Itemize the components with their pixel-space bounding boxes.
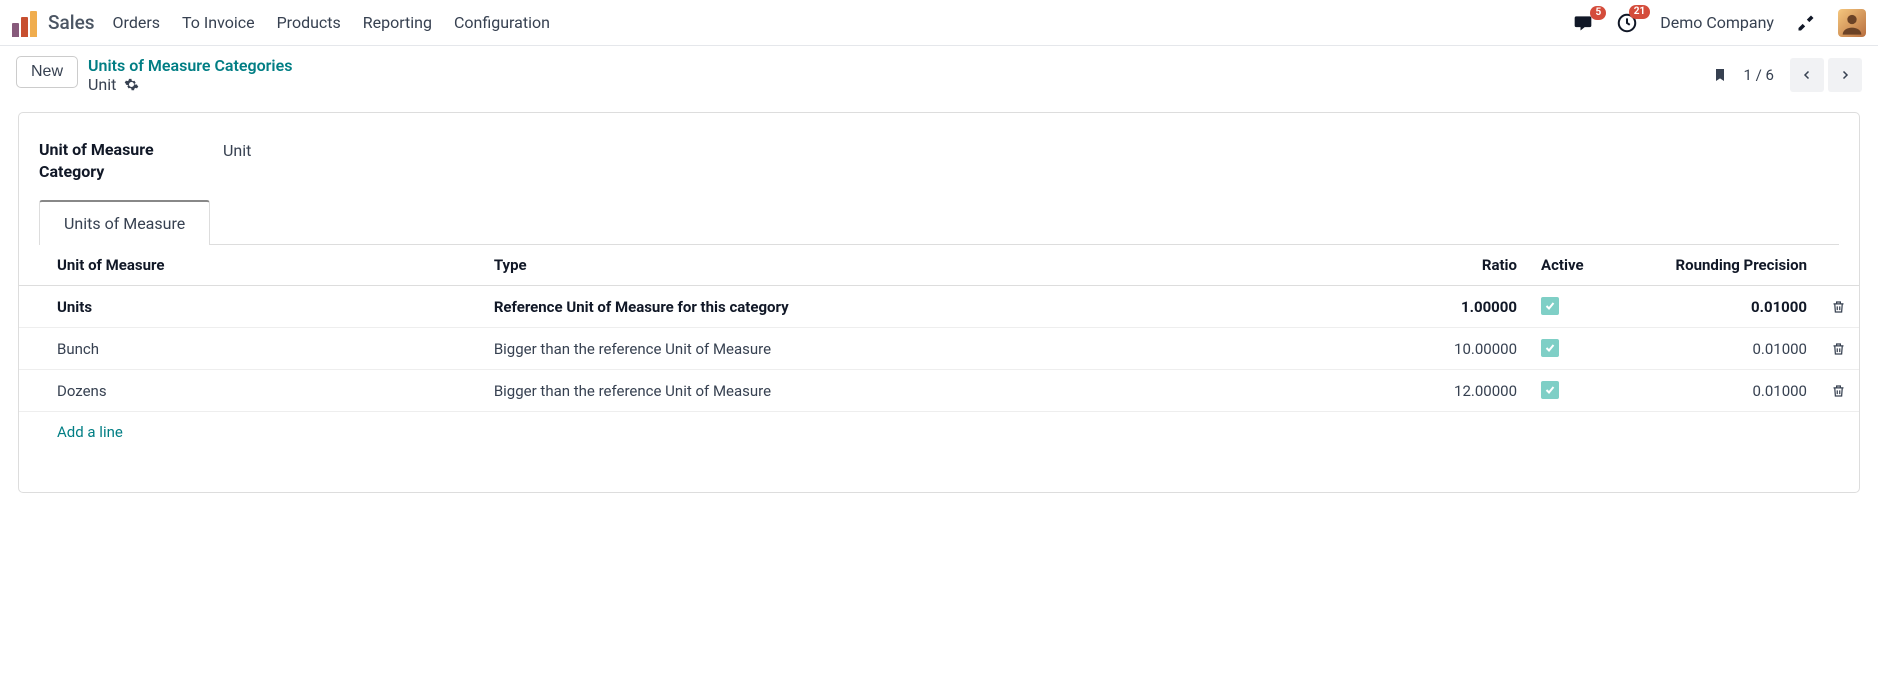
nav-menu-configuration[interactable]: Configuration [454,13,550,32]
cell-active[interactable] [1529,328,1619,370]
trash-icon [1831,299,1847,315]
breadcrumb: Units of Measure Categories Unit [88,56,292,94]
pager-text[interactable]: 1 / 6 [1744,66,1775,84]
category-value[interactable]: Unit [223,139,251,160]
delete-row-button[interactable] [1819,286,1859,328]
sheet-wrap: Unit of Measure Category Unit Units of M… [0,112,1878,493]
pager-next-button[interactable] [1828,58,1862,92]
app-logo-icon[interactable] [12,9,40,37]
avatar-icon [1838,9,1866,37]
table-row[interactable]: BunchBigger than the reference Unit of M… [19,328,1859,370]
navbar: Sales Orders To Invoice Products Reporti… [0,0,1878,46]
tab-units-of-measure[interactable]: Units of Measure [39,200,210,245]
table-header-row: Unit of Measure Type Ratio Active Roundi… [19,245,1859,286]
nav-menu-reporting[interactable]: Reporting [363,13,432,32]
cell-active[interactable] [1529,370,1619,412]
nav-left: Sales Orders To Invoice Products Reporti… [12,9,550,37]
breadcrumb-parent[interactable]: Units of Measure Categories [88,56,292,75]
cell-rounding[interactable]: 0.01000 [1619,370,1819,412]
form-sheet: Unit of Measure Category Unit Units of M… [18,112,1860,493]
tools-icon [1796,13,1816,33]
trash-icon [1831,341,1847,357]
activities-button[interactable]: 21 [1616,12,1638,34]
debug-button[interactable] [1796,13,1816,33]
nav-right: 5 21 Demo Company [1572,9,1866,37]
category-field: Unit of Measure Category Unit [39,139,1839,182]
cell-uom[interactable]: Bunch [19,328,482,370]
tabs: Units of Measure [39,200,1839,245]
breadcrumb-current: Unit [88,75,116,94]
bookmark-icon[interactable] [1712,65,1728,85]
cell-type[interactable]: Bigger than the reference Unit of Measur… [482,370,1419,412]
messages-button[interactable]: 5 [1572,13,1594,33]
col-header-type[interactable]: Type [482,245,1419,286]
nav-menu-to-invoice[interactable]: To Invoice [182,13,255,32]
col-header-active[interactable]: Active [1529,245,1619,286]
uom-table-body: UnitsReference Unit of Measure for this … [19,286,1859,453]
delete-row-button[interactable] [1819,328,1859,370]
chevron-right-icon [1839,67,1851,83]
table-row[interactable]: UnitsReference Unit of Measure for this … [19,286,1859,328]
trash-icon [1831,383,1847,399]
col-header-rounding[interactable]: Rounding Precision [1619,245,1819,286]
nav-menu-products[interactable]: Products [277,13,341,32]
check-icon[interactable] [1541,297,1559,315]
table-row[interactable]: DozensBigger than the reference Unit of … [19,370,1859,412]
check-icon[interactable] [1541,339,1559,357]
cell-ratio[interactable]: 12.00000 [1419,370,1529,412]
col-header-actions [1819,245,1859,286]
cell-type[interactable]: Bigger than the reference Unit of Measur… [482,328,1419,370]
app-name[interactable]: Sales [48,11,95,34]
cell-rounding[interactable]: 0.01000 [1619,328,1819,370]
activities-badge: 21 [1629,5,1650,19]
chevron-left-icon [1801,67,1813,83]
delete-row-button[interactable] [1819,370,1859,412]
uom-table: Unit of Measure Type Ratio Active Roundi… [19,245,1859,452]
add-line-button[interactable]: Add a line [57,423,123,441]
col-header-ratio[interactable]: Ratio [1419,245,1529,286]
cp-left: New Units of Measure Categories Unit [16,56,292,94]
avatar[interactable] [1838,9,1866,37]
new-button[interactable]: New [16,56,78,88]
cell-uom[interactable]: Units [19,286,482,328]
pager-prev-button[interactable] [1790,58,1824,92]
cell-uom[interactable]: Dozens [19,370,482,412]
messages-badge: 5 [1590,6,1606,20]
category-label: Unit of Measure Category [39,139,199,182]
cell-ratio[interactable]: 1.00000 [1419,286,1529,328]
cell-rounding[interactable]: 0.01000 [1619,286,1819,328]
check-icon[interactable] [1541,381,1559,399]
control-panel: New Units of Measure Categories Unit 1 /… [0,46,1878,112]
cell-active[interactable] [1529,286,1619,328]
gear-icon[interactable] [124,77,139,92]
company-selector[interactable]: Demo Company [1660,13,1774,32]
col-header-uom[interactable]: Unit of Measure [19,245,482,286]
nav-menu: Orders To Invoice Products Reporting Con… [113,13,550,32]
cell-ratio[interactable]: 10.00000 [1419,328,1529,370]
cp-right: 1 / 6 [1712,58,1863,92]
nav-menu-orders[interactable]: Orders [113,13,160,32]
cell-type[interactable]: Reference Unit of Measure for this categ… [482,286,1419,328]
